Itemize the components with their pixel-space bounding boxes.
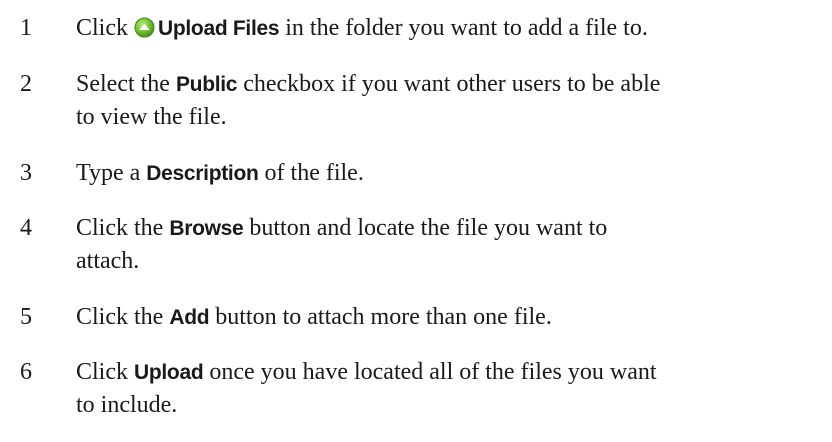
- step-text-post: in the folder you want to add a file to.: [279, 15, 648, 41]
- instruction-document: 1 Click Upload Files in the folder you w…: [0, 0, 832, 442]
- upload-files-label: Upload Files: [158, 17, 280, 40]
- step-number: 3: [20, 160, 32, 186]
- step-text-pre: Click the: [76, 215, 170, 241]
- step-text-continuation: to include.: [76, 392, 178, 418]
- step-text-pre: Select the: [76, 71, 176, 97]
- upload-label: Upload: [134, 361, 204, 384]
- upload-arrow-icon: [134, 17, 155, 38]
- step-text-continuation: to view the file.: [76, 104, 227, 130]
- step-number: 6: [20, 359, 32, 385]
- step-text-pre: Click: [76, 15, 134, 41]
- step-text: Click the Add button to attach more than…: [76, 301, 826, 334]
- step-text: Select the Public checkbox if you want o…: [76, 68, 826, 134]
- step-text-pre: Click the: [76, 304, 170, 330]
- step-text-pre: Type a: [76, 160, 147, 186]
- browse-label: Browse: [169, 217, 244, 240]
- step-number: 4: [20, 215, 32, 241]
- step-text-post: checkbox if you want other users to be a…: [237, 71, 661, 97]
- step-text: Type a Description of the file.: [76, 157, 826, 190]
- public-label: Public: [175, 73, 238, 96]
- step-text-continuation: attach.: [76, 248, 140, 274]
- step-text: Click the Browse button and locate the f…: [76, 212, 826, 278]
- step-number: 2: [20, 71, 32, 97]
- step-text-post: of the file.: [258, 160, 364, 186]
- step-text-pre: Click: [76, 359, 134, 385]
- step-number: 1: [20, 15, 32, 41]
- step-text-post: once you have located all of the files y…: [203, 359, 657, 385]
- add-label: Add: [169, 306, 210, 329]
- step-number: 5: [20, 304, 32, 330]
- step-text-post: button to attach more than one file.: [209, 304, 552, 330]
- step-text: Click Upload once you have located all o…: [76, 356, 826, 422]
- description-label: Description: [146, 162, 259, 185]
- step-text-post: button and locate the file you want to: [243, 215, 608, 241]
- step-text: Click Upload Files in the folder you wan…: [76, 12, 826, 45]
